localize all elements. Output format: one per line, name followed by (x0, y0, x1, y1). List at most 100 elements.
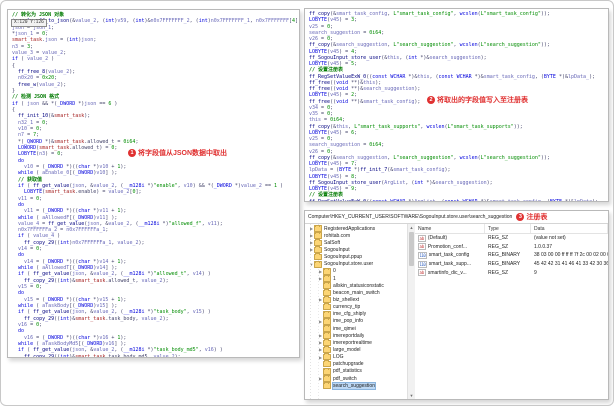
value-type: REG_BINARY (488, 252, 521, 259)
tree-item-patchupgrade[interactable]: patchupgrade (305, 360, 407, 368)
registry-value-row[interactable]: ab Promotion_conf... REG_SZ 1.0.0.37 (415, 243, 608, 252)
folder-icon (323, 374, 331, 382)
tree-item-log[interactable]: ▶ LOG (305, 353, 407, 361)
tree-item-registeredapplications[interactable]: ▶ RegisteredApplications (305, 224, 407, 232)
folder-icon (314, 231, 322, 239)
cursor-position-tooltip: X:120 Y:126 (11, 19, 47, 27)
tree-item-label: 0 (333, 268, 336, 275)
value-data: 45 42 42 31 41 46 41 33 42 30 36 37 44 4… (534, 261, 608, 268)
tree-item-label: biz_shellext (333, 296, 360, 303)
tree-item-sogouinput-store-user[interactable]: ▼ SogouInput.store.user (305, 260, 407, 268)
reg-binary-icon: 110 (418, 251, 427, 259)
folder-icon (323, 331, 331, 339)
tree-item-currency-tip[interactable]: currency_tip (305, 303, 407, 311)
column-header-data[interactable]: Data (531, 224, 608, 233)
value-name: smart_task_supp... (428, 261, 471, 268)
tree-item-label: SogouInput.store.user (324, 261, 374, 268)
folder-icon (314, 253, 322, 261)
tree-item-ime-pop-info[interactable]: ▶ ime_pop_info (305, 317, 407, 325)
decompiler-registry-write-panel: ff_copy(&smart_task_config, L"smart_task… (304, 8, 609, 202)
annotation-registry: 3 注册表 (516, 212, 547, 222)
value-data: (value not set) (534, 235, 566, 242)
annotation-registry-text: 注册表 (526, 214, 548, 221)
reg-sz-icon: ab (418, 243, 426, 251)
tree-item-label: ime_cfg_shiply (333, 311, 367, 318)
tree-item-label: SalSoft (324, 239, 341, 246)
code-line: ff_RegSetValueExW_0((const WCHAR *)&this… (309, 73, 596, 80)
folder-icon (323, 353, 331, 361)
folder-icon (323, 381, 331, 389)
value-name: (Default) (427, 235, 448, 242)
registry-value-row[interactable]: ab smartinfo_dic_v... REG_SZ 9 (415, 268, 608, 277)
registry-address-text: Computer\HKEY_CURRENT_USER\SOFTWARE\Sogo… (308, 214, 513, 220)
tree-item-label: imereportrealtime (333, 339, 372, 346)
tree-item-label: allskin_statusiconstatic (333, 282, 384, 289)
column-header-type[interactable]: Type (485, 224, 531, 233)
badge-1-icon: 1 (128, 149, 136, 157)
registry-address-bar[interactable]: Computer\HKEY_CURRENT_USER\SOFTWARE\Sogo… (305, 211, 608, 224)
tree-item-large-model[interactable]: ▶ large_model (305, 346, 407, 354)
tree-item-rohitab-com[interactable]: ▶ rohitab.com (305, 231, 407, 239)
code-line: json_1 = ff_to_json(&value_2, (int)v59, … (12, 18, 299, 25)
value-name: smart_task_config (428, 252, 470, 259)
folder-icon (323, 281, 331, 289)
tree-item-label: search_suggestion (332, 381, 376, 390)
column-header-name[interactable]: Name (415, 224, 485, 233)
folder-icon (323, 360, 331, 368)
tree-item-sogouinput-ppup[interactable]: SogouInput.ppup (305, 253, 407, 261)
tree-item-label: LOG (333, 354, 344, 361)
registry-value-row[interactable]: 110 smart_task_config REG_BINARY 38 03 00 0… (415, 251, 608, 260)
tree-item-ime-cfg-shiply[interactable]: ime_cfg_shiply (305, 310, 407, 318)
tree-item-pdf-statistics[interactable]: pdf_statistics (305, 367, 407, 375)
badge-2-icon: 2 (427, 96, 435, 104)
registry-value-row[interactable]: ab (Default) REG_SZ (value not set) (415, 234, 608, 243)
folder-icon (323, 296, 331, 304)
registry-editor-panel: Computer\HKEY_CURRENT_USER\SOFTWARE\Sogo… (304, 210, 609, 400)
tree-item-ime-qimei[interactable]: ime_qimei (305, 324, 407, 332)
tree-item-salsoft[interactable]: ▶ SalSoft (305, 239, 407, 247)
tree-item-beacon-main-switch[interactable]: beacon_main_switch (305, 289, 407, 297)
folder-icon (323, 367, 331, 375)
folder-icon (323, 339, 331, 347)
folder-icon (323, 346, 331, 354)
annotation-extract-text: 将字段值从JSON数据中取出 (138, 150, 228, 157)
value-type: REG_SZ (488, 235, 509, 242)
annotation-write-text: 将取出的字段值写入至注册表 (437, 97, 528, 104)
tree-item-0[interactable]: ▶ 0 (305, 267, 407, 275)
registry-value-list: Name Type Data ab (Default) REG_SZ (value not… (415, 224, 608, 399)
value-type: REG_SZ (488, 243, 509, 250)
scroll-up-icon[interactable]: ▲ (408, 224, 415, 231)
registry-key-tree: ▶ RegisteredApplications ▶ rohitab.com ▶ SalS… (305, 224, 407, 399)
folder-icon (314, 260, 322, 268)
tree-item-label: beacon_main_switch (333, 289, 380, 296)
scrollbar-thumb[interactable] (409, 232, 414, 266)
tree-item-imereportdaily[interactable]: ▶ imereportdaily (305, 331, 407, 339)
tree-item-label: patchupgrade (333, 361, 364, 368)
tree-item-label: imereportdaily (333, 332, 365, 339)
folder-icon (314, 246, 322, 254)
tree-item-sogouinput[interactable]: ▶ SogouInput (305, 246, 407, 254)
tree-item-pdf-switch[interactable]: ▶ pdf_switch (305, 374, 407, 382)
annotation-extract: 1 将字段值从JSON数据中取出 (128, 148, 227, 158)
tree-item-label: pdf_statistics (333, 368, 362, 375)
registry-value-row[interactable]: 110 smart_task_supp... REG_BINARY 45 42 42 … (415, 260, 608, 269)
scroll-down-icon[interactable]: ▼ (408, 392, 415, 399)
folder-icon (323, 324, 331, 332)
tree-item-imereportrealtime[interactable]: ▶ imereportrealtime (305, 339, 407, 347)
folder-icon (323, 317, 331, 325)
tree-item-label: RegisteredApplications (324, 225, 376, 232)
tree-item-search-suggestion[interactable]: search_suggestion (305, 381, 407, 390)
value-name: Promotion_conf... (427, 243, 468, 250)
code-line: ff_RegSetValueExW_0((const WCHAR *)ArgLi… (309, 198, 599, 202)
tree-item-label: large_model (333, 346, 361, 353)
tree-item-1[interactable]: ▶ 1 (305, 274, 407, 282)
tree-item-label: rohitab.com (324, 232, 351, 239)
folder-icon (314, 224, 322, 232)
value-data: 9 (534, 269, 537, 276)
analysis-figure: // 转化为 JSON 对象json_1 = ff_to_json(&value… (0, 0, 614, 406)
tree-item-biz-shellext[interactable]: ▶ biz_shellext (305, 296, 407, 304)
tree-item-label: 1 (333, 275, 336, 282)
value-list-header[interactable]: Name Type Data (415, 224, 608, 234)
tree-item-allskin-statusiconstatic[interactable]: allskin_statusiconstatic (305, 281, 407, 289)
tree-scrollbar[interactable]: ▲ ▼ (407, 224, 415, 399)
